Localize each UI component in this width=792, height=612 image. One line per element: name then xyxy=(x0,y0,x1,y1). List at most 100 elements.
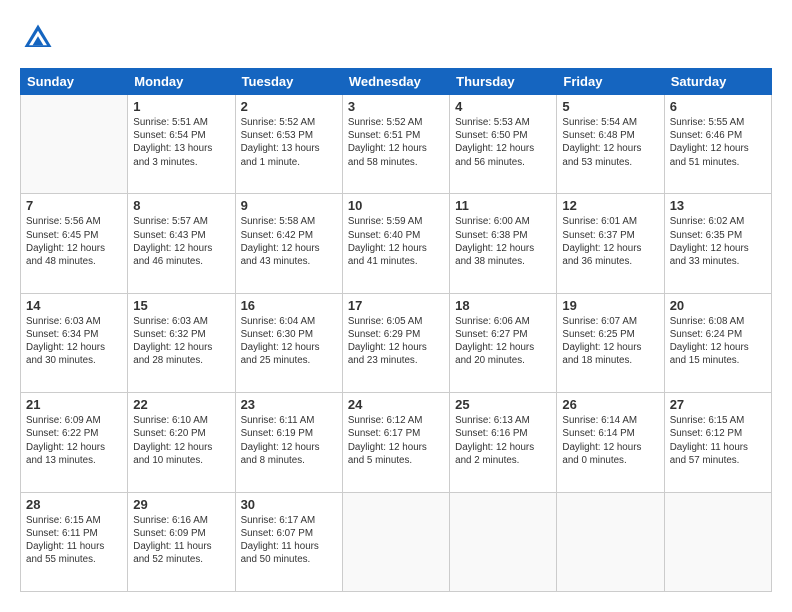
calendar-cell: 20 Sunrise: 6:08 AM Sunset: 6:24 PM Dayli… xyxy=(664,293,771,392)
calendar-cell: 28 Sunrise: 6:15 AM Sunset: 6:11 PM Dayli… xyxy=(21,492,128,591)
day-info: Sunrise: 6:03 AM Sunset: 6:34 PM Dayligh… xyxy=(26,315,122,368)
week-row-1: 1 Sunrise: 5:51 AM Sunset: 6:54 PM Daylig… xyxy=(21,95,772,194)
day-info: Sunrise: 6:01 AM Sunset: 6:37 PM Dayligh… xyxy=(562,215,658,268)
day-number: 30 xyxy=(241,497,337,512)
calendar-cell: 27 Sunrise: 6:15 AM Sunset: 6:12 PM Dayli… xyxy=(664,393,771,492)
calendar-cell: 25Sunrise: 6:13 AM Sunset: 6:16 PM Dayli… xyxy=(450,393,557,492)
calendar-cell: 16 Sunrise: 6:04 AM Sunset: 6:30 PM Dayli… xyxy=(235,293,342,392)
day-number: 8 xyxy=(133,198,229,213)
day-info: Sunrise: 5:59 AM Sunset: 6:40 PM Dayligh… xyxy=(348,215,444,268)
calendar-cell: 22Sunrise: 6:10 AM Sunset: 6:20 PM Dayli… xyxy=(128,393,235,492)
day-info: Sunrise: 6:16 AM Sunset: 6:09 PM Dayligh… xyxy=(133,514,229,567)
logo-icon xyxy=(20,20,56,56)
day-header-friday: Friday xyxy=(557,69,664,95)
calendar-cell: 18 Sunrise: 6:06 AM Sunset: 6:27 PM Dayli… xyxy=(450,293,557,392)
day-number: 18 xyxy=(455,298,551,313)
calendar-cell: 30 Sunrise: 6:17 AM Sunset: 6:07 PM Dayli… xyxy=(235,492,342,591)
day-info: Sunrise: 5:53 AM Sunset: 6:50 PM Dayligh… xyxy=(455,116,551,169)
day-info: Sunrise: 6:17 AM Sunset: 6:07 PM Dayligh… xyxy=(241,514,337,567)
day-number: 27 xyxy=(670,397,766,412)
day-number: 26 xyxy=(562,397,658,412)
day-number: 2 xyxy=(241,99,337,114)
day-info: Sunrise: 5:57 AM Sunset: 6:43 PM Dayligh… xyxy=(133,215,229,268)
calendar-cell: 17 Sunrise: 6:05 AM Sunset: 6:29 PM Dayli… xyxy=(342,293,449,392)
calendar-cell: 1 Sunrise: 5:51 AM Sunset: 6:54 PM Daylig… xyxy=(128,95,235,194)
day-number: 13 xyxy=(670,198,766,213)
day-number: 1 xyxy=(133,99,229,114)
calendar-cell xyxy=(664,492,771,591)
calendar-cell: 29 Sunrise: 6:16 AM Sunset: 6:09 PM Dayli… xyxy=(128,492,235,591)
day-info: Sunrise: 6:02 AM Sunset: 6:35 PM Dayligh… xyxy=(670,215,766,268)
day-number: 19 xyxy=(562,298,658,313)
day-info: Sunrise: 6:09 AM Sunset: 6:22 PM Dayligh… xyxy=(26,414,122,467)
calendar-cell: 4Sunrise: 5:53 AM Sunset: 6:50 PM Daylig… xyxy=(450,95,557,194)
calendar-cell xyxy=(342,492,449,591)
day-number: 11 xyxy=(455,198,551,213)
calendar-cell: 26 Sunrise: 6:14 AM Sunset: 6:14 PM Dayli… xyxy=(557,393,664,492)
calendar-cell: 9 Sunrise: 5:58 AM Sunset: 6:42 PM Daylig… xyxy=(235,194,342,293)
calendar-cell: 2 Sunrise: 5:52 AM Sunset: 6:53 PM Daylig… xyxy=(235,95,342,194)
day-header-saturday: Saturday xyxy=(664,69,771,95)
calendar-cell: 15 Sunrise: 6:03 AM Sunset: 6:32 PM Dayli… xyxy=(128,293,235,392)
day-number: 21 xyxy=(26,397,122,412)
day-info: Sunrise: 6:15 AM Sunset: 6:11 PM Dayligh… xyxy=(26,514,122,567)
day-number: 20 xyxy=(670,298,766,313)
calendar-cell xyxy=(21,95,128,194)
calendar-cell: 6Sunrise: 5:55 AM Sunset: 6:46 PM Daylig… xyxy=(664,95,771,194)
calendar-header-row: SundayMondayTuesdayWednesdayThursdayFrid… xyxy=(21,69,772,95)
calendar-cell: 13 Sunrise: 6:02 AM Sunset: 6:35 PM Dayli… xyxy=(664,194,771,293)
day-info: Sunrise: 6:07 AM Sunset: 6:25 PM Dayligh… xyxy=(562,315,658,368)
header xyxy=(20,20,772,56)
calendar-cell: 10 Sunrise: 5:59 AM Sunset: 6:40 PM Dayli… xyxy=(342,194,449,293)
calendar: SundayMondayTuesdayWednesdayThursdayFrid… xyxy=(20,68,772,592)
day-number: 7 xyxy=(26,198,122,213)
day-number: 28 xyxy=(26,497,122,512)
day-info: Sunrise: 6:04 AM Sunset: 6:30 PM Dayligh… xyxy=(241,315,337,368)
day-info: Sunrise: 6:03 AM Sunset: 6:32 PM Dayligh… xyxy=(133,315,229,368)
calendar-cell xyxy=(450,492,557,591)
week-row-5: 28 Sunrise: 6:15 AM Sunset: 6:11 PM Dayli… xyxy=(21,492,772,591)
day-number: 14 xyxy=(26,298,122,313)
day-header-wednesday: Wednesday xyxy=(342,69,449,95)
calendar-cell: 7 Sunrise: 5:56 AM Sunset: 6:45 PM Daylig… xyxy=(21,194,128,293)
week-row-3: 14 Sunrise: 6:03 AM Sunset: 6:34 PM Dayli… xyxy=(21,293,772,392)
day-number: 9 xyxy=(241,198,337,213)
calendar-cell: 12 Sunrise: 6:01 AM Sunset: 6:37 PM Dayli… xyxy=(557,194,664,293)
day-number: 29 xyxy=(133,497,229,512)
day-header-thursday: Thursday xyxy=(450,69,557,95)
day-info: Sunrise: 6:13 AM Sunset: 6:16 PM Dayligh… xyxy=(455,414,551,467)
day-info: Sunrise: 5:54 AM Sunset: 6:48 PM Dayligh… xyxy=(562,116,658,169)
day-number: 16 xyxy=(241,298,337,313)
day-info: Sunrise: 6:05 AM Sunset: 6:29 PM Dayligh… xyxy=(348,315,444,368)
day-number: 24 xyxy=(348,397,444,412)
day-info: Sunrise: 6:12 AM Sunset: 6:17 PM Dayligh… xyxy=(348,414,444,467)
day-info: Sunrise: 6:06 AM Sunset: 6:27 PM Dayligh… xyxy=(455,315,551,368)
day-info: Sunrise: 5:51 AM Sunset: 6:54 PM Dayligh… xyxy=(133,116,229,169)
day-number: 12 xyxy=(562,198,658,213)
calendar-cell: 14 Sunrise: 6:03 AM Sunset: 6:34 PM Dayli… xyxy=(21,293,128,392)
day-info: Sunrise: 6:11 AM Sunset: 6:19 PM Dayligh… xyxy=(241,414,337,467)
day-info: Sunrise: 5:52 AM Sunset: 6:53 PM Dayligh… xyxy=(241,116,337,169)
day-number: 17 xyxy=(348,298,444,313)
day-info: Sunrise: 6:14 AM Sunset: 6:14 PM Dayligh… xyxy=(562,414,658,467)
day-info: Sunrise: 5:56 AM Sunset: 6:45 PM Dayligh… xyxy=(26,215,122,268)
calendar-cell: 24 Sunrise: 6:12 AM Sunset: 6:17 PM Dayli… xyxy=(342,393,449,492)
day-info: Sunrise: 5:55 AM Sunset: 6:46 PM Dayligh… xyxy=(670,116,766,169)
day-number: 15 xyxy=(133,298,229,313)
day-info: Sunrise: 6:00 AM Sunset: 6:38 PM Dayligh… xyxy=(455,215,551,268)
calendar-cell: 23 Sunrise: 6:11 AM Sunset: 6:19 PM Dayli… xyxy=(235,393,342,492)
calendar-cell: 5Sunrise: 5:54 AM Sunset: 6:48 PM Daylig… xyxy=(557,95,664,194)
day-info: Sunrise: 6:15 AM Sunset: 6:12 PM Dayligh… xyxy=(670,414,766,467)
day-number: 3 xyxy=(348,99,444,114)
day-info: Sunrise: 5:58 AM Sunset: 6:42 PM Dayligh… xyxy=(241,215,337,268)
day-number: 23 xyxy=(241,397,337,412)
calendar-cell: 21 Sunrise: 6:09 AM Sunset: 6:22 PM Dayli… xyxy=(21,393,128,492)
calendar-cell: 3Sunrise: 5:52 AM Sunset: 6:51 PM Daylig… xyxy=(342,95,449,194)
day-number: 22 xyxy=(133,397,229,412)
day-header-monday: Monday xyxy=(128,69,235,95)
calendar-cell xyxy=(557,492,664,591)
day-number: 10 xyxy=(348,198,444,213)
week-row-4: 21 Sunrise: 6:09 AM Sunset: 6:22 PM Dayli… xyxy=(21,393,772,492)
day-info: Sunrise: 6:08 AM Sunset: 6:24 PM Dayligh… xyxy=(670,315,766,368)
calendar-cell: 8 Sunrise: 5:57 AM Sunset: 6:43 PM Daylig… xyxy=(128,194,235,293)
